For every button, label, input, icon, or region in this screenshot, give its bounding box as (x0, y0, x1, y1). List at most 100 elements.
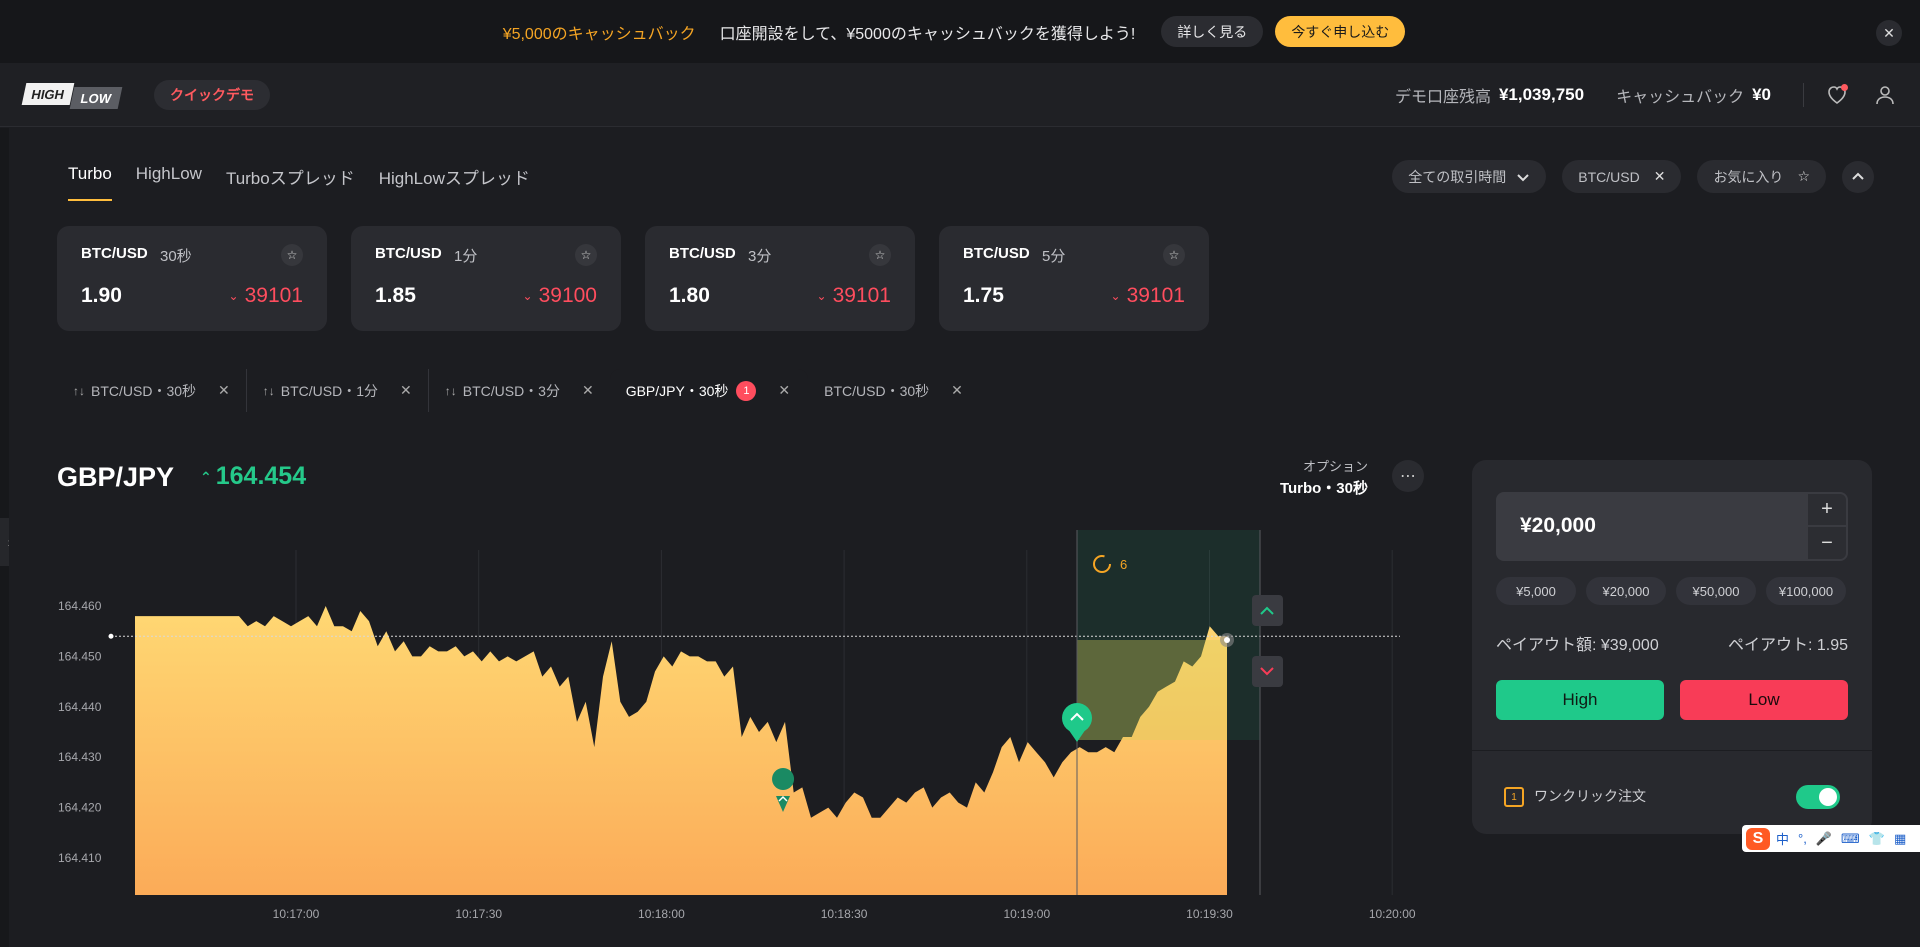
y-tick-label: 164.430 (58, 750, 102, 764)
trade-time-label: 全ての取引時間 (1408, 168, 1507, 185)
game-type-tabs: Turbo HighLow Turboスプレッド HighLowスプレッド (68, 164, 554, 201)
card-price-value: 39100 (538, 284, 597, 307)
chart-tab[interactable]: ↑↓ BTC/USD・1分 ✕ (247, 369, 429, 412)
decrease-icon[interactable]: − (1808, 527, 1846, 560)
ime-logo[interactable]: S (1746, 827, 1770, 850)
preset-amount-button[interactable]: ¥20,000 (1586, 577, 1666, 605)
option-label: オプション (1302, 459, 1368, 474)
asset-card[interactable]: BTC/USD 30秒 ☆ 1.90 ⌄ 39101 (57, 226, 327, 331)
card-asset: BTC/USD (81, 245, 148, 262)
star-icon: ☆ (1797, 168, 1810, 184)
amount-input[interactable]: ¥20,000 (1496, 492, 1810, 561)
collapse-up-icon[interactable] (1842, 160, 1874, 193)
preset-amount-button[interactable]: ¥50,000 (1676, 577, 1756, 605)
y-tick-label: 164.440 (58, 700, 102, 714)
close-icon[interactable]: ✕ (218, 382, 230, 399)
price-area (135, 606, 1227, 895)
logo-high: HIGH (21, 83, 75, 105)
trade-time-filter[interactable]: 全ての取引時間 (1392, 160, 1547, 193)
one-click-toggle[interactable] (1796, 785, 1840, 809)
arrow-down-icon: ⌄ (1110, 289, 1121, 304)
panel-divider (1472, 750, 1872, 751)
star-icon[interactable]: ☆ (575, 244, 597, 266)
chart-tab[interactable]: ↑↓ BTC/USD・3分 ✕ (429, 369, 610, 412)
y-tick-label: 164.410 (58, 851, 102, 865)
ime-punctuation-icon[interactable]: °, (1798, 831, 1807, 846)
ime-keyboard-icon[interactable]: ⌨ (1841, 831, 1860, 847)
close-icon[interactable]: ✕ (778, 382, 790, 399)
notification-icon[interactable] (1824, 82, 1850, 108)
more-options-icon[interactable]: ⋯ (1392, 460, 1424, 492)
chart-tab-active[interactable]: GBP/JPY・30秒 1 ✕ (609, 369, 809, 412)
card-payout: 1.80 (669, 284, 710, 307)
highlow-logo[interactable]: HIGH LOW (21, 83, 123, 109)
swap-icon: ↑↓ (262, 383, 275, 398)
low-button[interactable]: Low (1680, 680, 1848, 720)
y-tick-label: 164.460 (58, 599, 102, 613)
close-icon[interactable]: ✕ (1654, 168, 1666, 185)
tab-highlow-spread[interactable]: HighLowスプレッド (379, 164, 530, 201)
demo-balance-label: デモ口座残高 (1394, 89, 1491, 106)
chart-tab[interactable]: BTC/USD・30秒 ✕ (808, 369, 979, 412)
swap-icon: ↑↓ (444, 383, 457, 398)
increase-icon[interactable]: + (1808, 494, 1846, 527)
ime-chinese-mode[interactable]: 中 (1776, 829, 1789, 848)
card-price-value: 39101 (244, 284, 303, 307)
trade-panel: ¥20,000 + − ¥5,000 ¥20,000 ¥50,000 ¥100,… (1472, 460, 1872, 834)
card-duration: 1分 (454, 248, 478, 265)
star-icon[interactable]: ☆ (281, 244, 303, 266)
arrow-down-icon: ⌄ (522, 289, 533, 304)
close-icon[interactable]: ✕ (582, 382, 594, 399)
star-icon[interactable]: ☆ (869, 244, 891, 266)
preset-amount-button[interactable]: ¥100,000 (1766, 577, 1846, 605)
price-chart[interactable]: 6 164.460164.450164.440164.430164.420164… (0, 520, 1440, 940)
promo-apply-button[interactable]: 今すぐ申し込む (1275, 16, 1406, 47)
x-tick-label: 10:20:00 (1369, 907, 1416, 921)
asset-card[interactable]: BTC/USD 3分 ☆ 1.80 ⌄ 39101 (645, 226, 915, 331)
y-axis: 164.460 164.450 164.440 164.430 164.420 164.4… (58, 599, 102, 865)
chart-tab-label: BTC/USD・1分 (280, 382, 378, 399)
high-button[interactable]: High (1496, 680, 1664, 720)
card-price: ⌄ 39101 (817, 284, 891, 308)
card-price: ⌄ 39100 (523, 284, 597, 308)
quick-high-button[interactable] (1252, 595, 1283, 626)
asset-card[interactable]: BTC/USD 1分 ☆ 1.85 ⌄ 39100 (351, 226, 621, 331)
tab-highlow[interactable]: HighLow (136, 164, 202, 201)
card-payout: 1.90 (81, 284, 122, 307)
x-tick-label: 10:19:00 (1003, 907, 1050, 921)
quick-low-button[interactable] (1252, 656, 1283, 687)
chart-tab-label: BTC/USD・30秒 (824, 382, 930, 399)
demo-balance-value: ¥1,039,750 (1498, 85, 1585, 104)
chart-tab[interactable]: ↑↓ BTC/USD・30秒 ✕ (57, 369, 247, 412)
cashback-value: ¥0 (1752, 85, 1771, 104)
close-icon[interactable]: ✕ (400, 382, 412, 399)
card-price: ⌄ 39101 (229, 284, 303, 308)
star-icon[interactable]: ☆ (1163, 244, 1185, 266)
card-duration: 5分 (1042, 248, 1066, 265)
asset-filter-chip[interactable]: BTC/USD ✕ (1562, 160, 1682, 193)
promo-details-button[interactable]: 詳しく見る (1161, 16, 1264, 47)
chart-current-price: ⌃ 164.454 (200, 462, 306, 491)
tab-turbo[interactable]: Turbo (68, 164, 112, 201)
ime-skin-icon[interactable]: 👕 (1869, 831, 1885, 847)
preset-amount-button[interactable]: ¥5,000 (1496, 577, 1576, 605)
ime-toolbox-icon[interactable]: ▦ (1894, 831, 1906, 847)
card-duration: 3分 (748, 248, 772, 265)
x-tick-label: 10:17:00 (273, 907, 320, 921)
arrow-down-icon: ⌄ (816, 289, 827, 304)
favorites-filter[interactable]: お気に入り ☆ (1697, 160, 1826, 193)
x-tick-label: 10:18:30 (821, 907, 868, 921)
asset-filters: 全ての取引時間 BTC/USD ✕ お気に入り ☆ (1376, 160, 1874, 193)
ime-microphone-icon[interactable]: 🎤 (1816, 831, 1832, 847)
card-payout: 1.75 (963, 284, 1004, 307)
asset-card[interactable]: BTC/USD 5分 ☆ 1.75 ⌄ 39101 (939, 226, 1209, 331)
user-icon[interactable] (1872, 82, 1898, 108)
promo-close-icon[interactable]: ✕ (1876, 20, 1902, 46)
amount-value: ¥20,000 (1520, 514, 1596, 537)
close-icon[interactable]: ✕ (951, 382, 963, 399)
card-duration: 30秒 (160, 248, 192, 265)
ime-toolbar: S 中 °, 🎤 ⌨ 👕 ▦ (1742, 825, 1920, 852)
amount-stepper: + − (1806, 492, 1848, 561)
quick-demo-badge[interactable]: クイックデモ (154, 80, 270, 110)
tab-turbo-spread[interactable]: Turboスプレッド (226, 164, 355, 201)
